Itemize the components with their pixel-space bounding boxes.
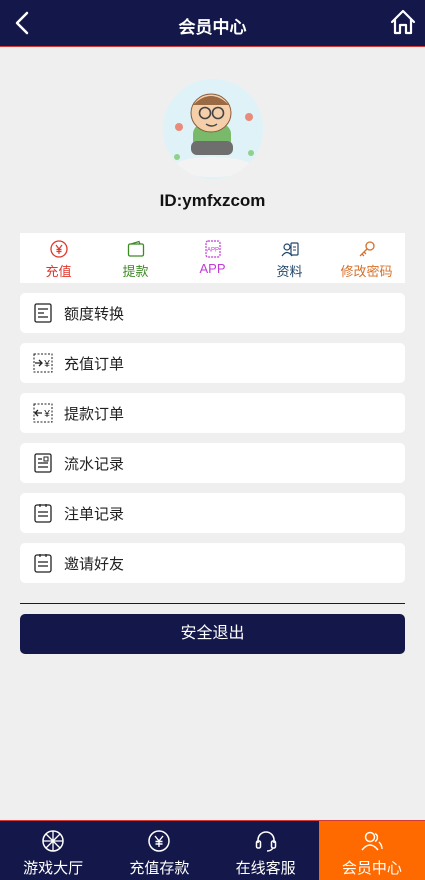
svg-text:¥: ¥ [43, 409, 50, 420]
avatar[interactable] [163, 79, 263, 179]
wallet-icon [127, 240, 144, 257]
page-title: 会员中心 [178, 18, 247, 37]
quick-profile-label: 资料 [276, 264, 303, 279]
tab-customer-service[interactable]: 在线客服 [213, 821, 319, 880]
tab-deposit[interactable]: 充值存款 [106, 821, 212, 880]
tab-member-center[interactable]: 会员中心 [318, 821, 425, 880]
tab-label: 在线客服 [235, 860, 296, 877]
user-group-icon [361, 831, 383, 851]
profile-card-icon [281, 242, 299, 257]
app-icon: APP [204, 240, 221, 258]
menu-label: 流水记录 [64, 455, 125, 473]
menu-label: 额度转换 [64, 305, 125, 323]
receipt-icon [34, 303, 52, 323]
tab-label: 会员中心 [341, 860, 402, 877]
divider [20, 603, 405, 604]
cartoon-avatar-icon [163, 79, 263, 179]
key-icon [359, 241, 375, 257]
tab-label: 游戏大厅 [23, 860, 84, 877]
quick-app-label: APP [199, 261, 226, 276]
quick-withdraw[interactable]: 提款 [97, 233, 174, 283]
menu-label: 充值订单 [64, 355, 125, 373]
home-icon[interactable] [389, 8, 417, 36]
deposit-order-icon: ¥ [33, 353, 53, 373]
menu-deposit-orders[interactable]: ¥ 充值订单 [20, 343, 405, 383]
withdraw-order-icon: ¥ [33, 403, 53, 423]
quick-deposit[interactable]: 充值 [20, 233, 97, 283]
clipboard-icon [34, 504, 52, 523]
bottom-tab-bar: 游戏大厅 充值存款 在线客服 会员中心 [0, 820, 425, 880]
quick-actions: 充值 提款 APP APP 资料 修改密码 [20, 233, 405, 283]
top-bar: 会员中心 [0, 0, 425, 47]
svg-text:¥: ¥ [43, 359, 50, 370]
menu-label: 邀请好友 [64, 555, 125, 573]
quick-deposit-label: 充值 [45, 264, 72, 279]
menu-transaction-records[interactable]: 流水记录 [20, 443, 405, 483]
quick-withdraw-label: 提款 [122, 264, 149, 279]
menu-withdraw-orders[interactable]: ¥ 提款订单 [20, 393, 405, 433]
yen-circle-icon [49, 240, 68, 258]
user-id: ID:ymfxzcom [159, 191, 266, 210]
quick-profile[interactable]: 资料 [251, 233, 328, 283]
headset-icon [255, 831, 276, 852]
menu-bet-records[interactable]: 注单记录 [20, 493, 405, 533]
menu-label: 提款订单 [64, 405, 125, 423]
invite-icon [34, 554, 52, 573]
tab-game-lobby[interactable]: 游戏大厅 [0, 821, 106, 880]
quick-change-password-label: 修改密码 [340, 264, 393, 279]
menu-label: 注单记录 [64, 505, 125, 523]
quick-change-password[interactable]: 修改密码 [328, 233, 405, 283]
tab-label: 充值存款 [129, 860, 190, 877]
wheel-icon [42, 830, 64, 852]
yen-circle-icon [148, 830, 171, 852]
menu-credit-transfer[interactable]: 额度转换 [20, 293, 405, 333]
menu-invite-friends[interactable]: 邀请好友 [20, 543, 405, 583]
record-icon [34, 453, 52, 473]
quick-app[interactable]: APP APP [174, 233, 251, 283]
svg-text:APP: APP [206, 248, 218, 254]
logout-button[interactable]: 安全退出 [20, 614, 405, 654]
